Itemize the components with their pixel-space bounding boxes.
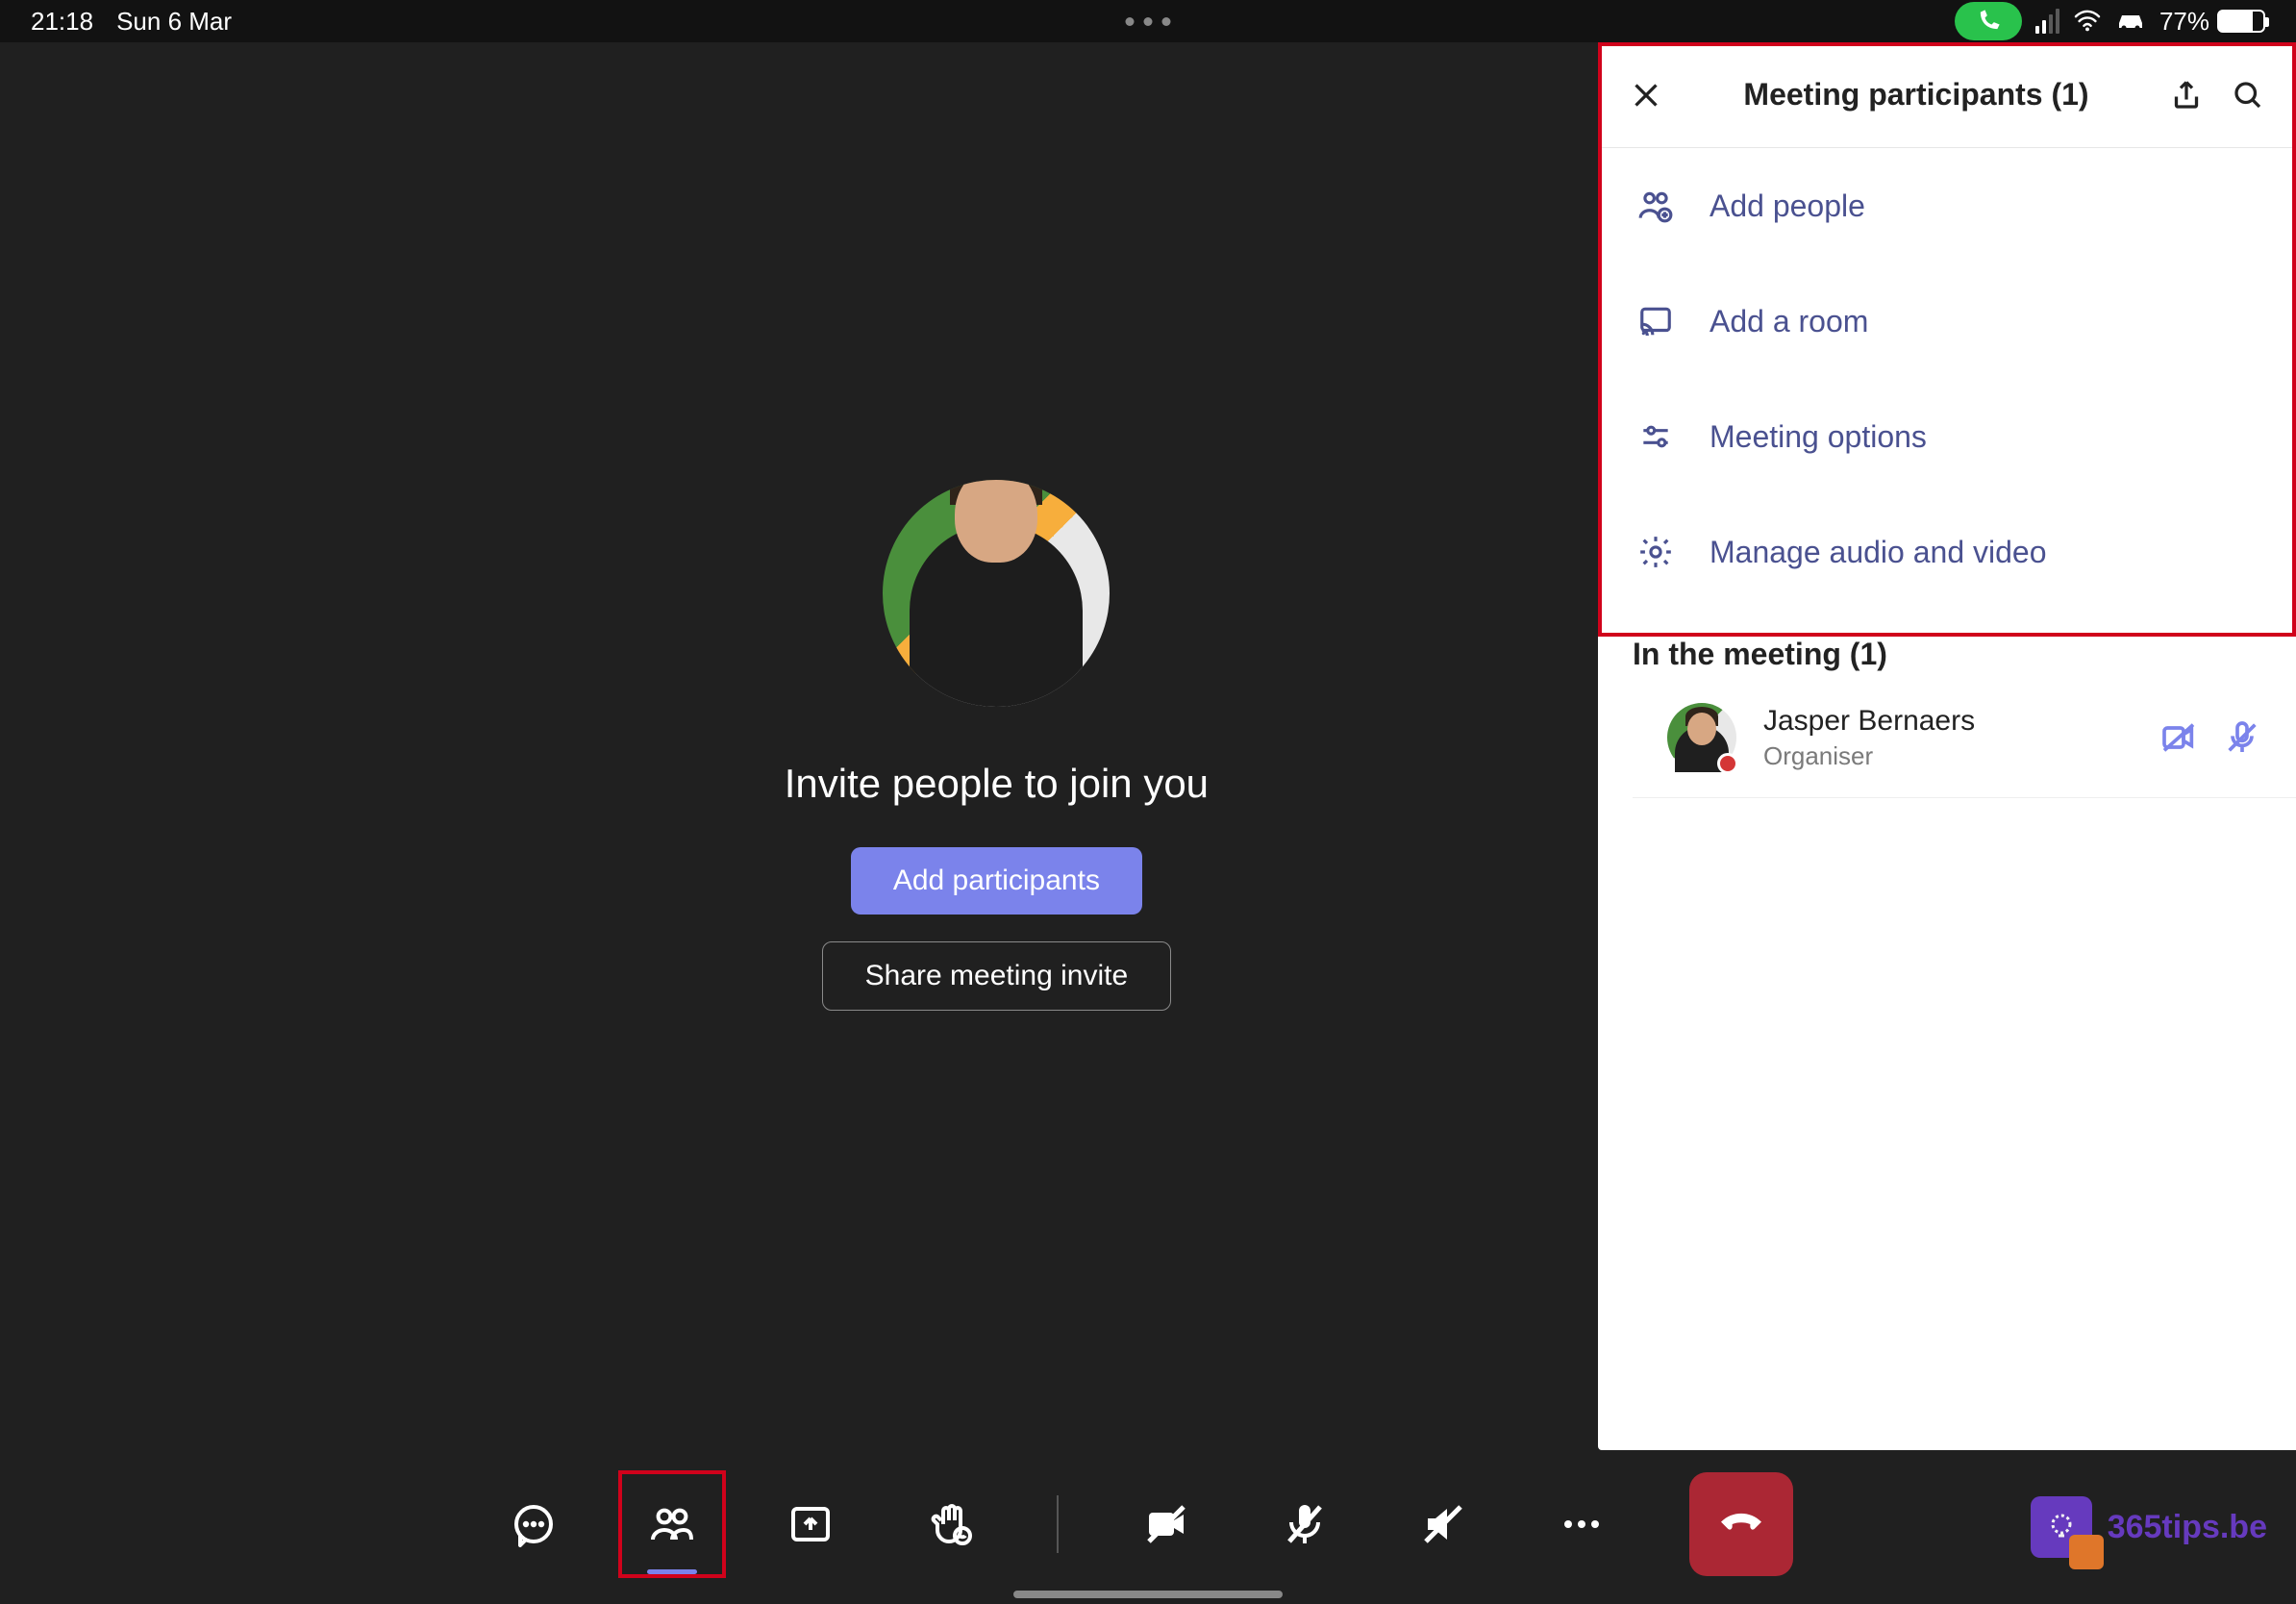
- participant-name: Jasper Bernaers: [1763, 705, 2133, 738]
- close-button[interactable]: [1625, 74, 1667, 116]
- multitask-dots[interactable]: [1126, 17, 1171, 26]
- reactions-button[interactable]: [918, 1493, 980, 1555]
- invite-heading: Invite people to join you: [785, 761, 1209, 807]
- camera-off-icon: [2159, 718, 2198, 757]
- panel-title: Meeting participants (1): [1686, 77, 2146, 113]
- toolbar-divider: [1057, 1495, 1059, 1553]
- battery-indicator: 77%: [2159, 7, 2265, 37]
- participants-button[interactable]: [641, 1493, 703, 1555]
- status-time: 21:18: [31, 7, 93, 37]
- call-pill-icon[interactable]: [1955, 2, 2022, 40]
- call-toolbar: [0, 1462, 2296, 1587]
- participant-avatar: [1667, 703, 1736, 772]
- people-add-icon: [1636, 187, 1675, 225]
- add-room-option[interactable]: Add a room: [1598, 263, 2296, 379]
- option-label: Add a room: [1710, 304, 1868, 339]
- home-indicator[interactable]: [1013, 1591, 1283, 1598]
- share-button[interactable]: [2165, 74, 2208, 116]
- gear-icon: [1636, 533, 1675, 571]
- presence-busy-icon: [1717, 753, 1738, 774]
- option-label: Manage audio and video: [1710, 535, 2047, 570]
- watermark: 365tips.be: [2031, 1496, 2267, 1558]
- add-people-option[interactable]: Add people: [1598, 148, 2296, 263]
- share-invite-button[interactable]: Share meeting invite: [822, 941, 1172, 1011]
- self-avatar: [883, 480, 1110, 707]
- in-meeting-heading: In the meeting (1): [1598, 610, 2296, 695]
- participants-panel: Meeting participants (1) Add people Add …: [1598, 42, 2296, 1450]
- search-button[interactable]: [2227, 74, 2269, 116]
- car-icon: [2115, 10, 2146, 33]
- watermark-text: 365tips.be: [2108, 1509, 2267, 1546]
- sliders-icon: [1636, 417, 1675, 456]
- share-screen-button[interactable]: [780, 1493, 841, 1555]
- mic-off-icon: [2223, 718, 2261, 757]
- battery-percentage: 77%: [2159, 7, 2209, 37]
- chat-button[interactable]: [503, 1493, 564, 1555]
- participant-role: Organiser: [1763, 741, 2133, 771]
- option-label: Add people: [1710, 188, 1865, 224]
- participant-row[interactable]: Jasper Bernaers Organiser: [1633, 695, 2296, 798]
- cast-icon: [1636, 302, 1675, 340]
- option-label: Meeting options: [1710, 419, 1927, 455]
- add-participants-button[interactable]: Add participants: [851, 847, 1142, 915]
- mic-button[interactable]: [1274, 1493, 1335, 1555]
- watermark-logo: [2031, 1496, 2092, 1558]
- wifi-icon: [2073, 10, 2102, 33]
- status-bar: 21:18 Sun 6 Mar 77%: [0, 0, 2296, 42]
- speaker-button[interactable]: [1412, 1493, 1474, 1555]
- panel-header: Meeting participants (1): [1598, 42, 2296, 148]
- manage-av-option[interactable]: Manage audio and video: [1598, 494, 2296, 610]
- status-date: Sun 6 Mar: [116, 7, 232, 37]
- meeting-options-option[interactable]: Meeting options: [1598, 379, 2296, 494]
- more-button[interactable]: [1551, 1493, 1612, 1555]
- camera-button[interactable]: [1136, 1493, 1197, 1555]
- hangup-button[interactable]: [1689, 1472, 1793, 1576]
- cellular-signal-icon: [2035, 9, 2059, 34]
